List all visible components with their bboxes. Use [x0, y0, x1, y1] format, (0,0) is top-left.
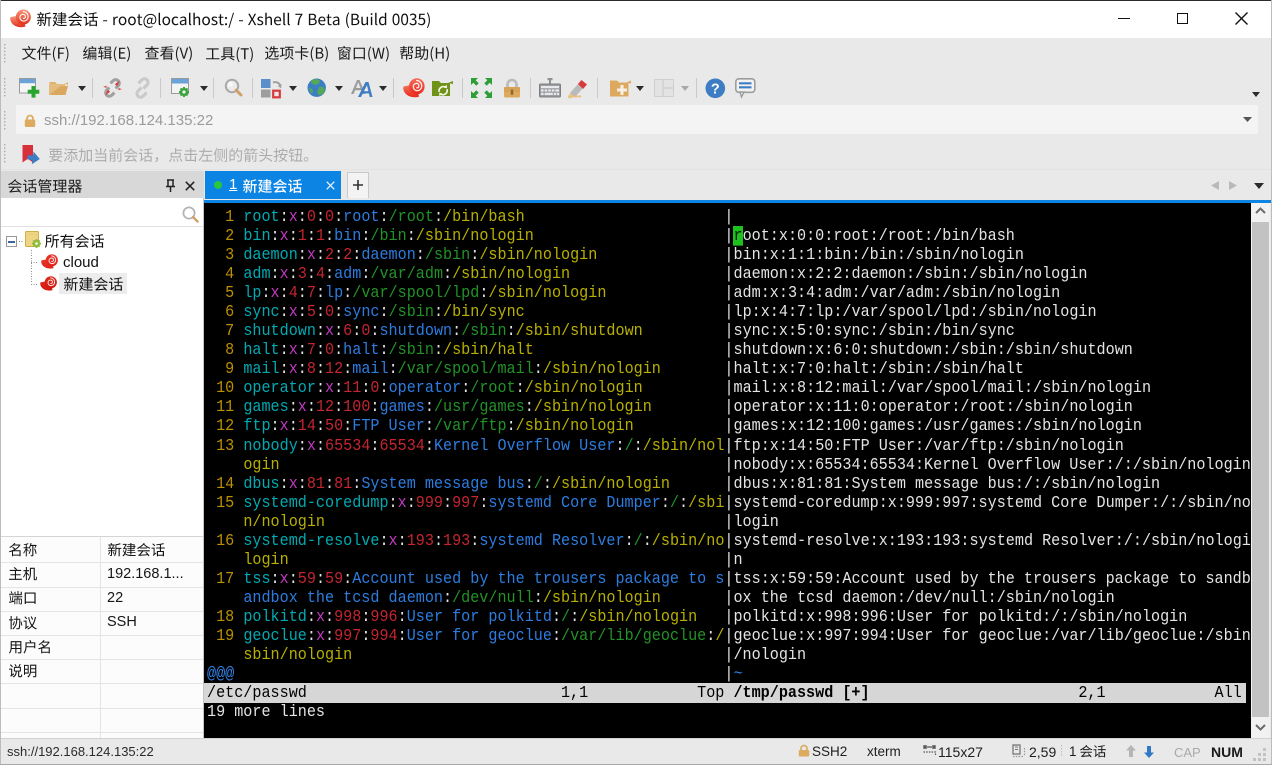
- svg-text:?: ?: [711, 81, 720, 97]
